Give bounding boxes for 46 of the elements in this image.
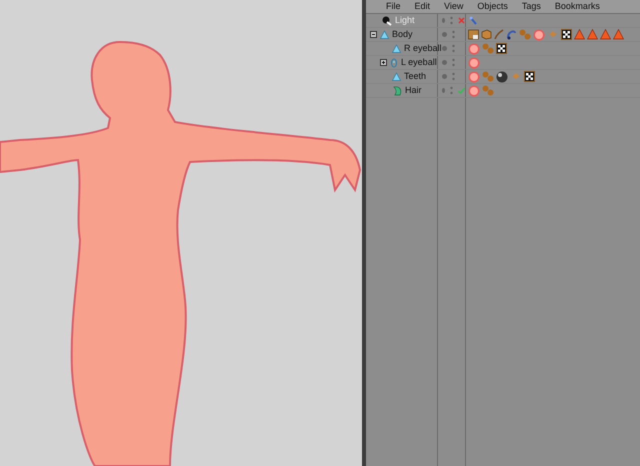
object-name[interactable]: R eyeball xyxy=(404,42,442,55)
checker-icon[interactable] xyxy=(561,29,572,40)
visibility-dot[interactable] xyxy=(442,46,447,51)
visibility-dots-icon[interactable] xyxy=(450,86,453,95)
menu-item[interactable]: Objects xyxy=(477,0,508,13)
sphere-material-icon[interactable] xyxy=(468,70,480,82)
object-name[interactable]: Hair xyxy=(405,84,422,97)
visibility-dots-icon[interactable] xyxy=(452,72,455,81)
cone-icon[interactable] xyxy=(587,29,598,40)
hair-icon xyxy=(392,86,402,96)
checker-icon[interactable] xyxy=(496,43,507,54)
triangle-icon xyxy=(392,72,401,81)
cone-icon[interactable] xyxy=(613,29,624,40)
sphere-material-icon[interactable] xyxy=(533,28,545,40)
visibility-dot[interactable] xyxy=(442,74,447,79)
visibility-dot[interactable] xyxy=(442,18,445,23)
lamp-icon xyxy=(382,16,392,26)
visibility-dots-icon[interactable] xyxy=(452,30,455,39)
hose-icon[interactable] xyxy=(506,29,517,40)
visibility-dot[interactable] xyxy=(442,88,445,93)
collapse-toggle[interactable] xyxy=(370,31,377,38)
cube-icon[interactable] xyxy=(481,29,492,40)
sphere-material-icon[interactable] xyxy=(468,84,480,96)
menu-item[interactable]: View xyxy=(444,0,464,13)
eye-icon xyxy=(390,58,398,68)
sphere-material-icon[interactable] xyxy=(468,56,480,68)
visibility-dots-icon[interactable] xyxy=(452,44,455,53)
menu-item[interactable]: File xyxy=(386,0,401,13)
menu-item[interactable]: Bookmarks xyxy=(554,0,600,13)
sphere-icon[interactable] xyxy=(496,70,508,82)
expand-toggle[interactable] xyxy=(380,59,387,66)
object-name[interactable]: Teeth xyxy=(404,70,426,83)
visibility-dot[interactable] xyxy=(442,32,447,37)
visibility-dot[interactable] xyxy=(442,60,447,65)
cross-icon[interactable] xyxy=(458,17,465,24)
object-name[interactable]: Body xyxy=(392,28,413,41)
pin-icon[interactable] xyxy=(468,16,478,26)
menu-item[interactable]: Tags xyxy=(522,0,541,13)
checkmark-icon[interactable] xyxy=(458,87,465,94)
visibility-dots-icon[interactable] xyxy=(452,58,455,67)
cone-icon[interactable] xyxy=(600,29,611,40)
object-name[interactable]: L eyeball xyxy=(401,56,437,69)
visibility-dots-icon[interactable] xyxy=(450,16,453,25)
checker-icon[interactable] xyxy=(524,71,535,82)
menu-item[interactable]: Edit xyxy=(414,0,430,13)
box-icon[interactable] xyxy=(468,29,479,40)
